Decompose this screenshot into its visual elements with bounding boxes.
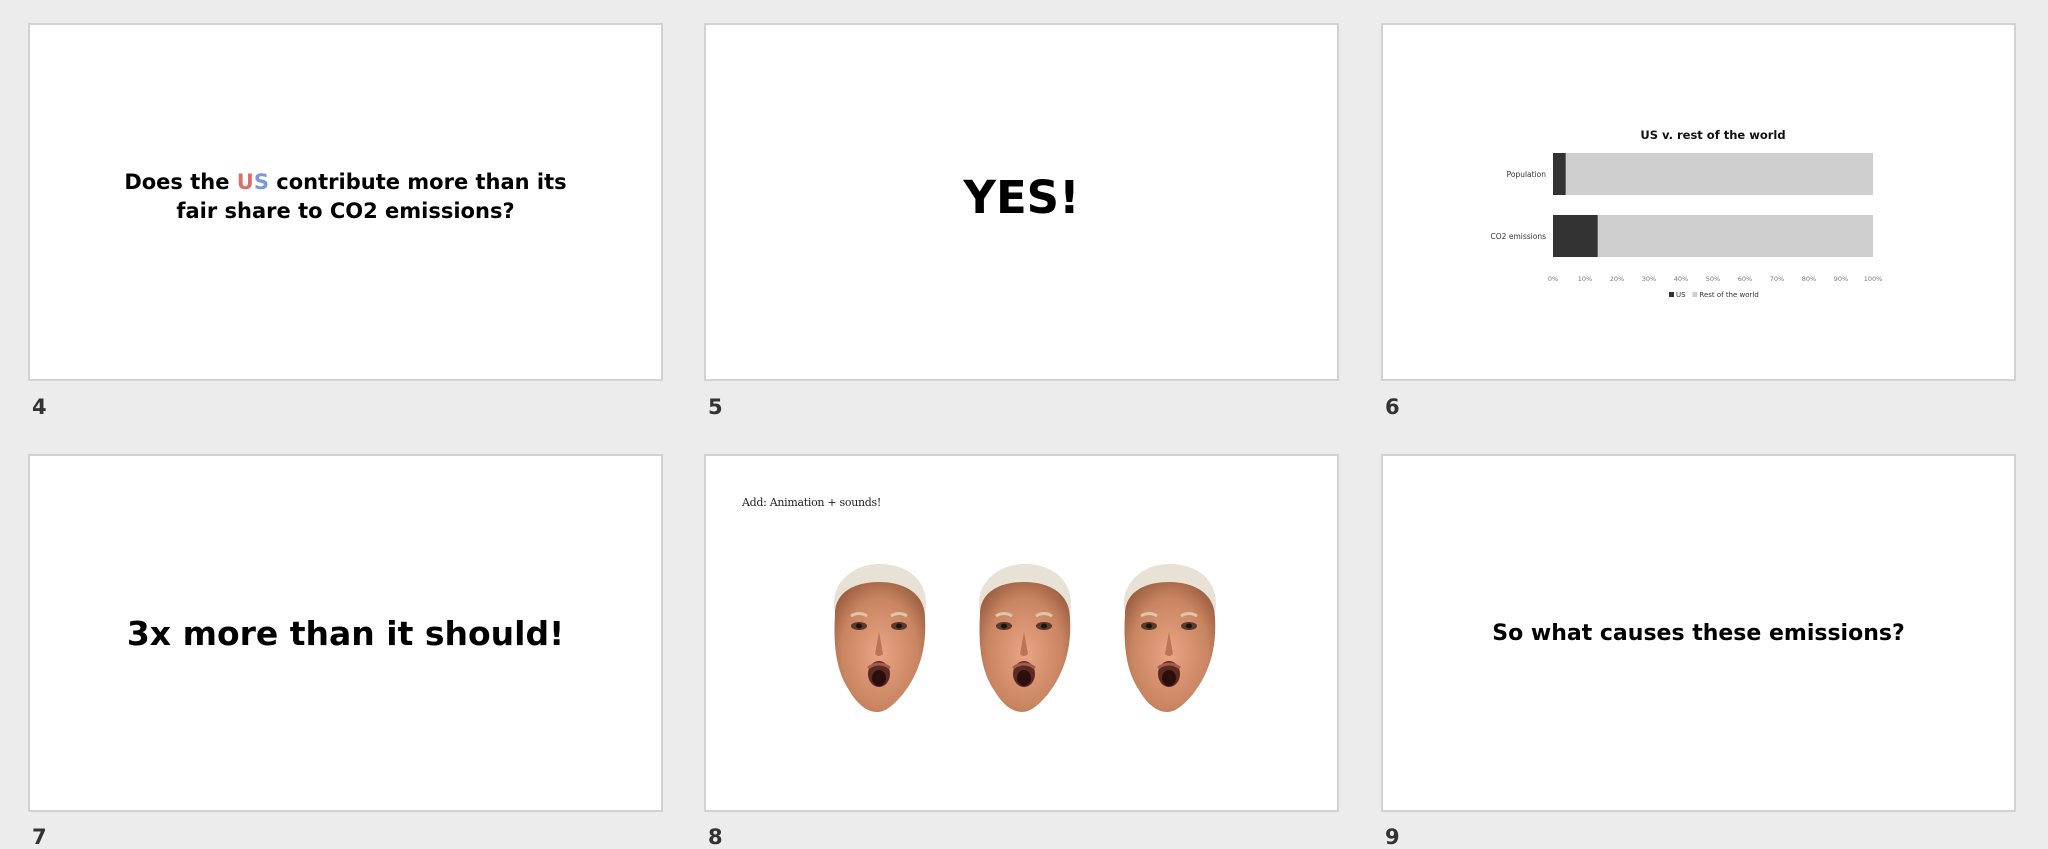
- slide-4-title: Does the US contribute more than its fai…: [106, 168, 586, 226]
- slide-9-text: So what causes these emissions?: [1492, 620, 1905, 646]
- slide-thumbnail-8[interactable]: Add: Animation + sounds!: [704, 454, 1339, 812]
- slide-thumbnail-7[interactable]: 3x more than it should!: [28, 454, 663, 812]
- x-tick-label: 60%: [1738, 275, 1752, 283]
- bar-rest-of-world: [1597, 215, 1873, 257]
- slide-number-8: 8: [708, 825, 723, 849]
- slide-7-content: 3x more than it should!: [30, 456, 661, 810]
- x-tick-label: 0%: [1548, 275, 1558, 283]
- slide-thumbnail-4[interactable]: Does the US contribute more than its fai…: [28, 23, 663, 381]
- bar-us: [1553, 215, 1598, 257]
- us-vs-world-chart: US v. rest of the world Population CO2 emi…: [1491, 128, 1883, 299]
- slide-7-text: 3x more than it should!: [126, 613, 565, 653]
- legend-label: Rest of the world: [1699, 291, 1758, 299]
- slide-number-9: 9: [1385, 825, 1400, 849]
- slide-4-content: Does the US contribute more than its fai…: [30, 25, 661, 379]
- slide-8-note: Add: Animation + sounds!: [742, 496, 881, 509]
- face-image: [1111, 556, 1227, 716]
- title-part: Does the: [124, 170, 237, 194]
- bar-us: [1553, 153, 1566, 195]
- category-label: CO2 emissions: [1491, 232, 1547, 241]
- legend-swatch: [1669, 292, 1674, 297]
- x-tick-label: 30%: [1642, 275, 1656, 283]
- x-tick-label: 10%: [1578, 275, 1592, 283]
- legend-swatch: [1692, 292, 1698, 297]
- x-tick-label: 100%: [1864, 275, 1883, 283]
- slide-thumbnail-9[interactable]: So what causes these emissions?: [1381, 454, 2016, 812]
- bar-rest-of-world: [1565, 153, 1873, 195]
- x-tick-label: 90%: [1834, 275, 1848, 283]
- slide-5-text: YES!: [963, 170, 1080, 224]
- slide-9-content: So what causes these emissions?: [1383, 456, 2014, 810]
- face-image: [966, 556, 1082, 716]
- legend-label: US: [1676, 291, 1686, 299]
- x-tick-label: 40%: [1674, 275, 1688, 283]
- category-label: Population: [1507, 170, 1547, 179]
- x-tick-label: 80%: [1802, 275, 1816, 283]
- title-us-u: U: [236, 170, 254, 194]
- slide-number-4: 4: [32, 395, 47, 419]
- chart-title: US v. rest of the world: [1640, 128, 1785, 142]
- face-image: [821, 556, 937, 716]
- title-us-s: S: [253, 170, 269, 194]
- slide-thumbnail-6[interactable]: US v. rest of the world Population CO2 emi…: [1381, 23, 2016, 381]
- x-tick-label: 70%: [1770, 275, 1784, 283]
- slide-number-7: 7: [32, 825, 47, 849]
- x-tick-label: 20%: [1610, 275, 1624, 283]
- slide-thumbnail-5[interactable]: YES!: [704, 23, 1339, 381]
- slide-5-content: YES!: [706, 25, 1337, 379]
- x-tick-label: 50%: [1706, 275, 1720, 283]
- slide-number-5: 5: [708, 395, 723, 419]
- slide-number-6: 6: [1385, 395, 1400, 419]
